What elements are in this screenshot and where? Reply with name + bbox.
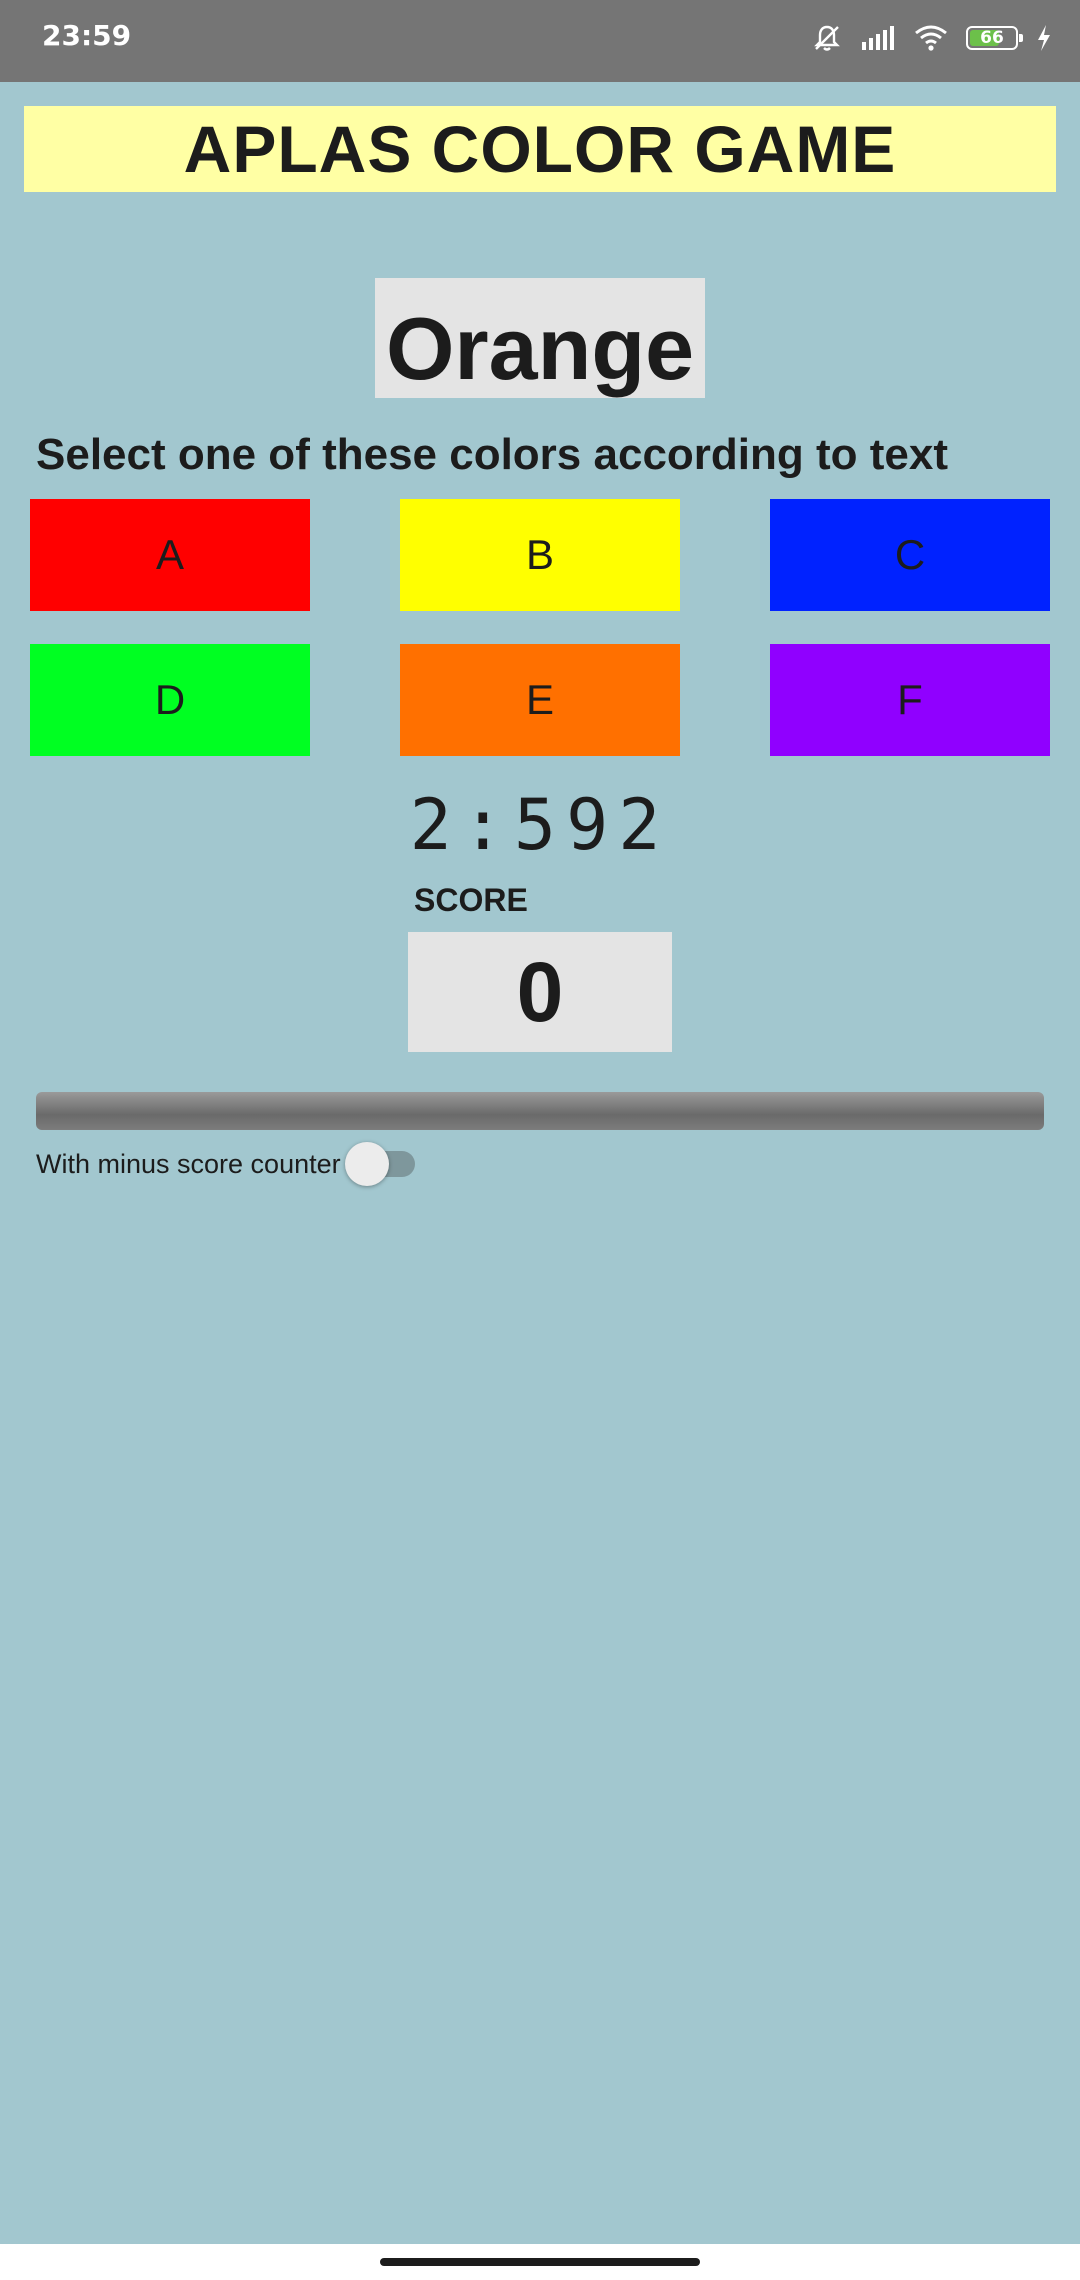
score-value: 0 bbox=[516, 944, 564, 1039]
color-button-e[interactable]: E bbox=[400, 644, 680, 756]
color-button-label: C bbox=[894, 531, 926, 578]
status-icons: 66 bbox=[812, 18, 1052, 58]
status-bar: 23:59 66 bbox=[0, 0, 1080, 82]
time-progress-bar bbox=[36, 1092, 1044, 1130]
switch-thumb bbox=[344, 1142, 389, 1186]
bell-off-icon bbox=[812, 23, 842, 53]
score-box: 0 bbox=[408, 932, 672, 1052]
instruction-text: Select one of these colors according to … bbox=[36, 430, 948, 479]
minus-score-switch[interactable] bbox=[344, 1140, 417, 1188]
minus-score-row: With minus score counter bbox=[36, 1140, 417, 1188]
signal-icon bbox=[860, 24, 896, 52]
app-title: APLAS COLOR GAME bbox=[183, 112, 897, 186]
minus-score-label: With minus score counter bbox=[36, 1148, 341, 1179]
charging-icon bbox=[1036, 24, 1052, 52]
home-indicator[interactable] bbox=[380, 2258, 700, 2266]
color-button-label: B bbox=[525, 531, 554, 578]
color-button-d[interactable]: D bbox=[30, 644, 310, 756]
battery-level: 66 bbox=[980, 28, 1004, 48]
battery-cap bbox=[1019, 34, 1023, 42]
wifi-icon bbox=[914, 24, 948, 52]
color-button-a[interactable]: A bbox=[30, 499, 310, 611]
color-word: Orange bbox=[385, 299, 695, 398]
color-button-label: E bbox=[525, 676, 554, 723]
color-button-f[interactable]: F bbox=[770, 644, 1050, 756]
color-button-label: D bbox=[154, 676, 186, 723]
battery-icon: 66 bbox=[966, 26, 1023, 50]
color-button-c[interactable]: C bbox=[770, 499, 1050, 611]
color-button-b[interactable]: B bbox=[400, 499, 680, 611]
title-banner: APLAS COLOR GAME bbox=[24, 106, 1056, 192]
color-word-box: Orange bbox=[375, 278, 705, 398]
countdown-timer: 2:592 bbox=[409, 784, 671, 866]
color-button-label: A bbox=[155, 531, 184, 578]
color-button-label: F bbox=[897, 676, 923, 723]
status-time: 23:59 bbox=[42, 19, 132, 52]
score-label: SCORE bbox=[414, 882, 528, 918]
